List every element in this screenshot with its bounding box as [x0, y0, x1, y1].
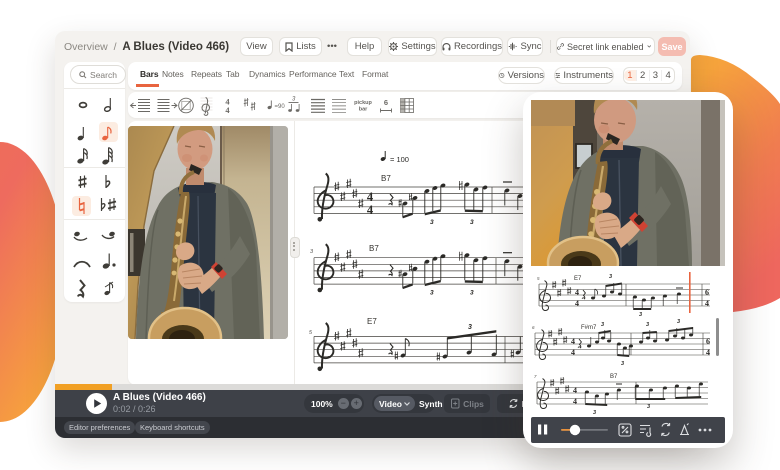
svg-text:3: 3: [601, 322, 604, 328]
svg-text:4: 4: [571, 337, 575, 346]
svg-text:4: 4: [225, 105, 230, 115]
svg-text:4: 4: [571, 348, 575, 357]
svg-text:6: 6: [532, 325, 535, 330]
svg-text:E7: E7: [574, 276, 582, 282]
svg-text:3: 3: [468, 324, 472, 331]
svg-text:3: 3: [647, 404, 650, 410]
svg-text:4: 4: [367, 190, 374, 204]
svg-text:3: 3: [430, 219, 434, 226]
svg-text:3: 3: [292, 97, 296, 103]
svg-text:B7: B7: [610, 374, 618, 380]
svg-text:3: 3: [677, 319, 680, 325]
svg-text:7: 7: [534, 374, 537, 379]
svg-text:= 100: = 100: [390, 155, 409, 164]
svg-text:3: 3: [621, 361, 624, 367]
svg-text:3: 3: [646, 322, 649, 328]
svg-text:4: 4: [575, 288, 579, 297]
svg-text:4: 4: [573, 397, 577, 406]
svg-text:4: 4: [575, 299, 579, 308]
svg-text:3: 3: [593, 410, 596, 416]
svg-text:3: 3: [310, 249, 314, 255]
svg-text:5: 5: [309, 330, 313, 336]
svg-text:6: 6: [706, 337, 710, 346]
svg-text:3: 3: [609, 274, 612, 280]
svg-text:4: 4: [706, 348, 710, 357]
svg-text:4: 4: [367, 203, 374, 217]
svg-text:4: 4: [705, 299, 709, 308]
svg-text:pickup: pickup: [354, 100, 372, 106]
svg-text:E7: E7: [367, 317, 377, 326]
svg-text:6: 6: [384, 98, 388, 107]
svg-text:B7: B7: [369, 244, 379, 253]
svg-text:=90: =90: [275, 104, 286, 110]
svg-text:4: 4: [573, 386, 577, 395]
svg-text:bar: bar: [359, 107, 368, 113]
svg-text:6: 6: [705, 288, 709, 297]
svg-text:3: 3: [470, 219, 474, 226]
svg-text:3: 3: [639, 312, 642, 318]
svg-text:5: 5: [537, 276, 540, 281]
svg-text:F#m7: F#m7: [581, 325, 597, 331]
svg-text:B7: B7: [381, 174, 391, 183]
